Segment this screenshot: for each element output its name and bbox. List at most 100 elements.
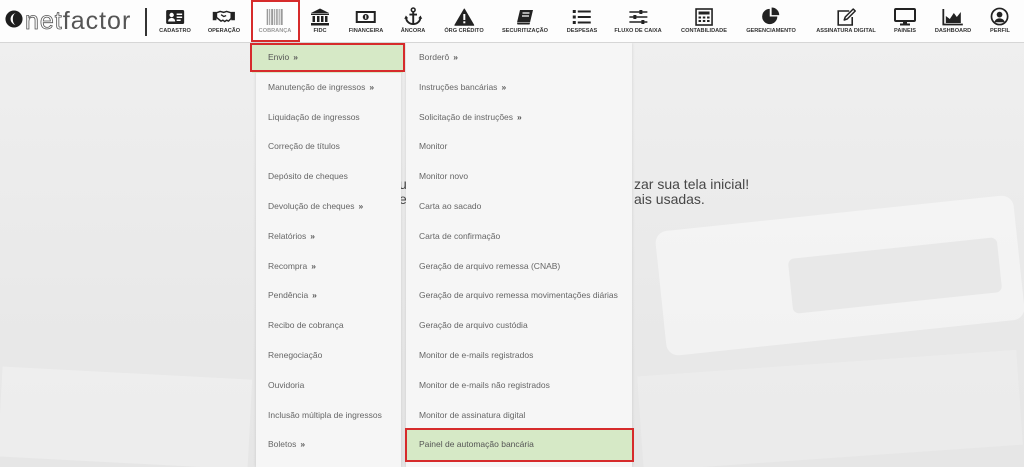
menu-item-geracao-remessa-cnab[interactable]: Geração de arquivo remessa (CNAB) [406,252,632,282]
menu-item-painel-automacao-bancaria[interactable]: Painel de automação bancária [406,430,632,461]
menu-item-label: Borderô [419,52,450,62]
menu-item-label: Inclusão múltipla de ingressos [268,409,382,420]
menu-item-inclusao-multipla-de-ingressos[interactable]: Inclusão múltipla de ingressos [256,401,401,431]
submenu-chevron-icon: » [517,111,522,122]
toolbar-item-ancora[interactable]: ÂNCORA [401,7,426,35]
menu-item-label: Geração de arquivo remessa (CNAB) [419,260,561,271]
menu-item-monitor-assinatura-digital[interactable]: Monitor de assinatura digital [406,401,632,431]
menu-item-pendencia[interactable]: Pendência» [256,281,401,311]
menu-item-recibo-de-cobranca[interactable]: Recibo de cobrança [256,311,401,341]
anchor-icon [401,7,426,26]
calculator-icon [681,7,727,26]
desktop-icon [894,7,916,26]
menu-item-relatorios[interactable]: Relatórios» [256,222,401,252]
menu-item-label: Pendência [268,290,309,301]
menu-item-deposito-de-cheques[interactable]: Depósito de cheques [256,162,401,192]
menu-item-label: Relatórios [268,230,307,241]
submenu-chevron-icon: » [293,52,298,62]
menu-item-ouvidoria[interactable]: Ouvidoria [256,371,401,401]
menu-item-label: Envio [268,52,290,62]
menu-item-label: Geração de arquivo remessa movimentações… [419,290,618,301]
menu-item-liquidacao-de-ingressos[interactable]: Liquidação de ingressos [256,103,401,133]
menu-item-label: Carta de confirmação [419,230,501,241]
toolbar-item-fluxo-de-caixa[interactable]: FLUXO DE CAIXA [614,7,662,35]
menu-item-monitor[interactable]: Monitor [406,132,632,162]
toolbar-item-label: CADASTRO [159,28,191,34]
menu-item-label: Recompra [268,260,308,271]
menu-item-label: Monitor novo [419,171,469,182]
edit-square-icon [816,7,876,26]
toolbar-item-gerenciamento[interactable]: GERENCIAMENTO [746,7,796,35]
menu-item-bordero[interactable]: Borderô» [406,43,632,73]
toolbar-item-label: FINANCEIRA [348,28,384,34]
menu-item-label: Correção de títulos [268,141,340,152]
menu-item-label: Renegociação [268,349,323,360]
toolbar-item-label: SECURITIZAÇÃO [502,28,548,34]
top-toolbar: netfactor CADASTRO OPERAÇÃO COBRANÇA FID… [0,0,1024,43]
submenu-chevron-icon: » [310,230,316,241]
menu-item-monitor-novo[interactable]: Monitor novo [406,162,632,192]
netfactor-logo[interactable]: netfactor [5,8,131,34]
menu-item-label: Geração de arquivo custódia [419,320,528,331]
menu-item-monitor-emails-registrados[interactable]: Monitor de e-mails registrados [406,341,632,371]
menu-item-label: Monitor de assinatura digital [419,409,526,420]
cobranca-dropdown-menu: Envio» Manutenção de ingressos» Liquidaç… [252,43,403,467]
menu-item-label: Monitor [419,141,448,152]
background-shape [637,349,1023,467]
submenu-chevron-icon: » [358,200,364,211]
submenu-chevron-icon: » [501,81,507,92]
id-card-icon [159,7,191,26]
toolbar-item-dashboard[interactable]: DASHBOARD [935,7,971,35]
toolbar-item-label: PERFIL [990,28,1010,34]
menu-item-envio[interactable]: Envio» [252,43,403,73]
toolbar-item-assinatura-digital[interactable]: ASSINATURA DIGITAL [816,7,876,35]
barcode-icon [259,7,292,26]
toolbar-item-fidc[interactable]: FIDC [310,7,330,35]
toolbar-item-paineis[interactable]: PAINEIS [894,7,916,35]
user-circle-icon [990,7,1010,26]
menu-item-label: Devolução de cheques [268,200,355,211]
toolbar-item-label: COBRANÇA [258,28,292,34]
toolbar-item-despesas[interactable]: DESPESAS [567,7,597,35]
menu-item-label: Liquidação de ingressos [268,111,360,122]
menu-item-label: Manutenção de ingressos [268,81,366,92]
toolbar-item-cadastro[interactable]: CADASTRO [159,7,191,35]
menu-item-boletos[interactable]: Boletos» [256,430,401,460]
welcome-line2: ais usadas. [634,191,705,207]
toolbar-item-operacao[interactable]: OPERAÇÃO [208,7,240,35]
toolbar-item-label: OPERAÇÃO [207,28,241,34]
toolbar-item-cobranca[interactable]: COBRANÇA [258,7,292,35]
menu-item-geracao-arquivo-custodia[interactable]: Geração de arquivo custódia [406,311,632,341]
welcome-line1: zar sua tela inicial! [634,176,750,192]
toolbar-item-label: DASHBOARD [934,28,972,34]
book-icon [502,7,548,26]
menu-item-monitor-emails-nao-registrados[interactable]: Monitor de e-mails não registrados [406,371,632,401]
menu-item-label: Carta ao sacado [419,200,482,211]
menu-item-label: Solicitação de instruções [419,111,514,122]
toolbar-item-org-credito[interactable]: ÓRG CRÉDITO [444,7,484,35]
toolbar-item-label: CONTABILIDADE [681,28,727,34]
menu-item-recompra[interactable]: Recompra» [256,252,401,282]
menu-item-geracao-remessa-movimentacoes[interactable]: Geração de arquivo remessa movimentações… [406,281,632,311]
toolbar-item-perfil[interactable]: PERFIL [990,7,1010,35]
menu-item-carta-ao-sacado[interactable]: Carta ao sacado [406,192,632,222]
menu-item-correcao-de-titulos[interactable]: Correção de títulos [256,132,401,162]
menu-item-renegociacao[interactable]: Renegociação [256,341,401,371]
logo-text-dark: factor [62,7,132,35]
menu-item-solicitacao-de-instrucoes[interactable]: Solicitação de instruções» [406,103,632,133]
menu-item-manutencao-de-ingressos[interactable]: Manutenção de ingressos» [256,73,401,103]
menu-item-instrucoes-bancarias[interactable]: Instruções bancárias» [406,73,632,103]
submenu-chevron-icon: » [312,290,317,301]
menu-item-label: Instruções bancárias [419,81,498,92]
toolbar-item-securitizacao[interactable]: SECURITIZAÇÃO [502,7,548,35]
toolbar-item-label: PAINEIS [894,28,916,34]
menu-item-devolucao-de-cheques[interactable]: Devolução de cheques» [256,192,401,222]
menu-item-carta-de-confirmacao[interactable]: Carta de confirmação [406,222,632,252]
area-chart-icon [935,7,971,26]
menu-item-label: Painel de automação bancária [419,439,534,450]
submenu-chevron-icon: » [300,439,306,450]
toolbar-item-financeira[interactable]: FINANCEIRA [348,7,384,35]
pie-chart-icon [746,7,796,26]
toolbar-item-label: ÓRG CRÉDITO [444,28,484,34]
toolbar-item-contabilidade[interactable]: CONTABILIDADE [681,7,727,35]
